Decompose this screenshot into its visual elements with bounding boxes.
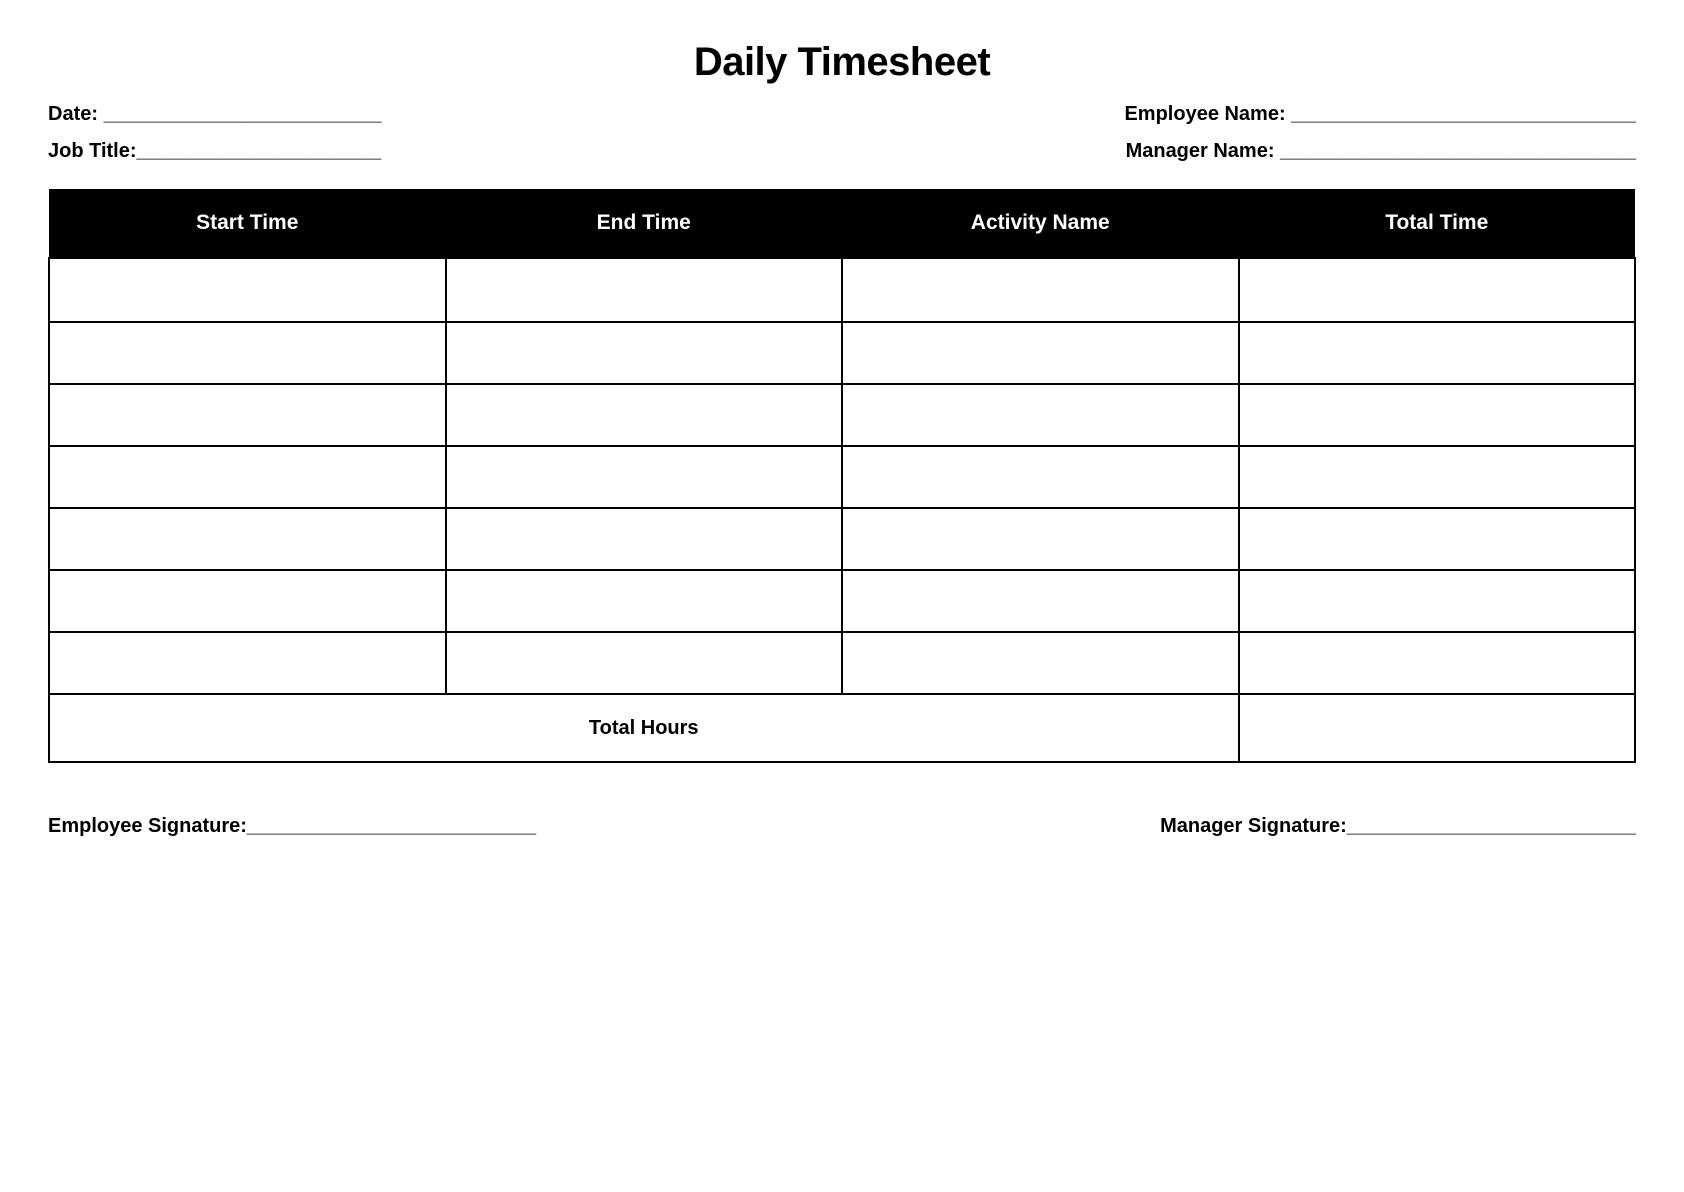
- header-activity-name: Activity Name: [842, 189, 1239, 258]
- cell-end-time[interactable]: [446, 384, 843, 446]
- employee-name-field-label: Employee Name: _________________________…: [1124, 103, 1636, 126]
- header-total-time: Total Time: [1239, 189, 1636, 258]
- table-row: [49, 322, 1635, 384]
- cell-end-time[interactable]: [446, 508, 843, 570]
- table-row: [49, 384, 1635, 446]
- table-row: [49, 258, 1635, 322]
- cell-total-time[interactable]: [1239, 258, 1636, 322]
- cell-activity-name[interactable]: [842, 322, 1239, 384]
- cell-start-time[interactable]: [49, 258, 446, 322]
- total-row: Total Hours: [49, 694, 1635, 762]
- cell-activity-name[interactable]: [842, 258, 1239, 322]
- cell-activity-name[interactable]: [842, 446, 1239, 508]
- cell-end-time[interactable]: [446, 632, 843, 694]
- cell-start-time[interactable]: [49, 632, 446, 694]
- cell-start-time[interactable]: [49, 384, 446, 446]
- timesheet-table: Start Time End Time Activity Name Total …: [48, 189, 1636, 763]
- cell-start-time[interactable]: [49, 508, 446, 570]
- job-title-field-label: Job Title:______________________: [48, 140, 381, 163]
- header-start-time: Start Time: [49, 189, 446, 258]
- cell-total-time[interactable]: [1239, 508, 1636, 570]
- cell-end-time[interactable]: [446, 322, 843, 384]
- header-end-time: End Time: [446, 189, 843, 258]
- total-hours-label: Total Hours: [49, 694, 1239, 762]
- cell-start-time[interactable]: [49, 322, 446, 384]
- table-header-row: Start Time End Time Activity Name Total …: [49, 189, 1635, 258]
- employee-signature-label: Employee Signature:_____________________…: [48, 815, 536, 838]
- cell-total-time[interactable]: [1239, 446, 1636, 508]
- cell-activity-name[interactable]: [842, 632, 1239, 694]
- cell-activity-name[interactable]: [842, 570, 1239, 632]
- cell-end-time[interactable]: [446, 258, 843, 322]
- cell-activity-name[interactable]: [842, 508, 1239, 570]
- cell-end-time[interactable]: [446, 446, 843, 508]
- table-row: [49, 632, 1635, 694]
- cell-start-time[interactable]: [49, 570, 446, 632]
- cell-total-time[interactable]: [1239, 322, 1636, 384]
- header-row-1: Date: _________________________ Employee…: [48, 103, 1636, 126]
- header-row-2: Job Title:______________________ Manager…: [48, 140, 1636, 163]
- table-row: [49, 570, 1635, 632]
- page-title: Daily Timesheet: [48, 40, 1636, 85]
- cell-total-time[interactable]: [1239, 570, 1636, 632]
- cell-start-time[interactable]: [49, 446, 446, 508]
- manager-name-field-label: Manager Name: __________________________…: [1126, 140, 1636, 163]
- manager-signature-label: Manager Signature:______________________…: [1160, 815, 1636, 838]
- table-row: [49, 508, 1635, 570]
- timesheet-table-container: Start Time End Time Activity Name Total …: [48, 189, 1636, 763]
- date-field-label: Date: _________________________: [48, 103, 382, 126]
- table-row: [49, 446, 1635, 508]
- cell-total-time[interactable]: [1239, 384, 1636, 446]
- cell-end-time[interactable]: [446, 570, 843, 632]
- cell-activity-name[interactable]: [842, 384, 1239, 446]
- total-hours-value[interactable]: [1239, 694, 1636, 762]
- signatures-row: Employee Signature:_____________________…: [48, 815, 1636, 838]
- cell-total-time[interactable]: [1239, 632, 1636, 694]
